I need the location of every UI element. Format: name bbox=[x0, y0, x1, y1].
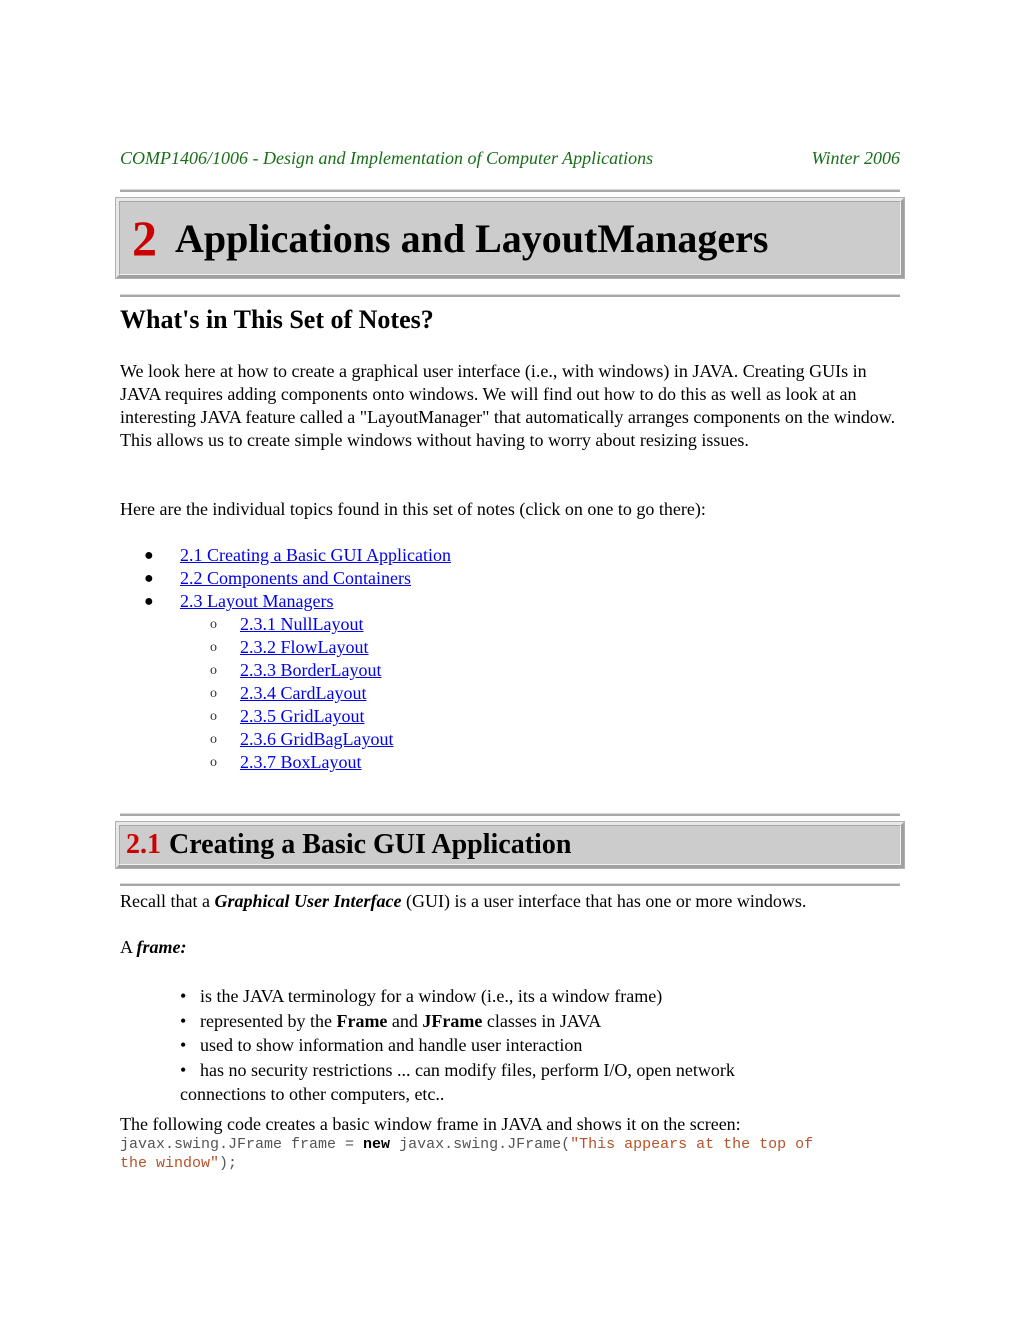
code-string: "This appears at the top of bbox=[570, 1136, 814, 1153]
toc-link-2-3-3[interactable]: 2.3.3 BorderLayout bbox=[240, 660, 381, 680]
divider bbox=[120, 189, 900, 192]
divider bbox=[120, 813, 900, 816]
bullet-icon: ● bbox=[144, 593, 154, 610]
section-number: 2.1 bbox=[126, 829, 161, 860]
section-title-box: 2.1 Creating a Basic GUI Application bbox=[115, 821, 905, 869]
toc-link-2-3[interactable]: 2.3 Layout Managers bbox=[180, 591, 333, 611]
circle-bullet-icon: o bbox=[210, 755, 217, 770]
toc-link-2-3-6[interactable]: 2.3.6 GridBagLayout bbox=[240, 729, 393, 749]
recall-paragraph: Recall that a Graphical User Interface (… bbox=[120, 890, 905, 913]
toc-subitem: o 2.3.1 NullLayout bbox=[120, 613, 451, 636]
course-title: COMP1406/1006 - Design and Implementatio… bbox=[120, 148, 654, 168]
code-intro: The following code creates a basic windo… bbox=[120, 1113, 905, 1136]
toc-intro: Here are the individual topics found in … bbox=[120, 498, 905, 521]
code-text: ); bbox=[219, 1155, 238, 1172]
chapter-title-box: 2 Applications and LayoutManagers bbox=[115, 197, 905, 279]
toc-link-2-3-1[interactable]: 2.3.1 NullLayout bbox=[240, 614, 364, 634]
list-item-text: used to show information and handle user… bbox=[200, 1035, 583, 1055]
code-block: javax.swing.JFrame frame = new javax.swi… bbox=[120, 1135, 910, 1173]
intro-heading: What's in This Set of Notes? bbox=[120, 305, 434, 334]
bullet-icon: • bbox=[180, 1010, 187, 1031]
section-title: Creating a Basic GUI Application bbox=[169, 829, 572, 860]
gui-term: Graphical User Interface bbox=[214, 891, 402, 911]
recall-suffix: (GUI) is a user interface that has one o… bbox=[401, 891, 807, 911]
circle-bullet-icon: o bbox=[210, 640, 217, 655]
list-item-text: is the JAVA terminology for a window (i.… bbox=[200, 986, 663, 1006]
toc-link-2-1[interactable]: 2.1 Creating a Basic GUI Application bbox=[180, 545, 451, 565]
toc-item: ● 2.3 Layout Managers bbox=[120, 590, 451, 613]
toc-item: ● 2.2 Components and Containers bbox=[120, 567, 451, 590]
recall-prefix: Recall that a bbox=[120, 891, 215, 911]
toc-item: ● 2.1 Creating a Basic GUI Application bbox=[120, 544, 451, 567]
bullet-icon: • bbox=[180, 986, 187, 1006]
code-text: javax.swing.JFrame frame = bbox=[120, 1136, 364, 1153]
list-item: • is the JAVA terminology for a window (i… bbox=[180, 984, 910, 1009]
toc-subitem: o 2.3.6 GridBagLayout bbox=[120, 728, 451, 751]
list-item: • used to show information and handle use… bbox=[180, 1033, 910, 1058]
code-keyword: new bbox=[363, 1136, 391, 1153]
bullet-icon: • bbox=[180, 1035, 187, 1055]
list-item-text: represented by the bbox=[200, 1010, 337, 1031]
intro-text: We look here at how to create a graphica… bbox=[120, 361, 896, 450]
toc-subitem: o 2.3.5 GridLayout bbox=[120, 705, 451, 728]
bullet-icon: ● bbox=[144, 547, 154, 564]
running-header: COMP1406/1006 - Design and Implementatio… bbox=[120, 148, 900, 169]
list-item-text: and bbox=[387, 1010, 423, 1031]
frame-definition: A frame: bbox=[120, 936, 905, 959]
toc-subitem: o 2.3.4 CardLayout bbox=[120, 682, 451, 705]
list-item-text: has no security restrictions ... can mod… bbox=[200, 1059, 735, 1080]
frame-prefix: A bbox=[120, 937, 137, 957]
term-label: Winter 2006 bbox=[811, 148, 901, 168]
toc-subitem: o 2.3.3 BorderLayout bbox=[120, 659, 451, 682]
circle-bullet-icon: o bbox=[210, 617, 217, 632]
toc-link-2-2[interactable]: 2.2 Components and Containers bbox=[180, 568, 411, 588]
intro-paragraph: We look here at how to create a graphica… bbox=[120, 360, 905, 452]
divider bbox=[120, 294, 900, 297]
frame-properties-list: • is the JAVA terminology for a window (i… bbox=[180, 984, 910, 1107]
bullet-icon: ● bbox=[144, 570, 154, 587]
toc-link-2-3-5[interactable]: 2.3.5 GridLayout bbox=[240, 706, 364, 726]
list-item-text-continued: connections to other computers, etc.. bbox=[180, 1084, 445, 1104]
bullet-icon: • bbox=[180, 1059, 187, 1080]
divider bbox=[120, 883, 900, 886]
toc-link-2-3-7[interactable]: 2.3.7 BoxLayout bbox=[240, 752, 362, 772]
circle-bullet-icon: o bbox=[210, 709, 217, 724]
list-item: • has no security restrictions ... can mo… bbox=[180, 1058, 910, 1107]
code-text: javax.swing.JFrame( bbox=[390, 1136, 571, 1153]
code-string: the window" bbox=[120, 1155, 220, 1172]
list-item: • represented by the Frame and JFrame cla… bbox=[180, 1009, 910, 1034]
circle-bullet-icon: o bbox=[210, 663, 217, 678]
jframe-class: JFrame bbox=[422, 1010, 483, 1031]
circle-bullet-icon: o bbox=[210, 732, 217, 747]
frame-term: frame: bbox=[136, 937, 187, 957]
toc-subitem: o 2.3.7 BoxLayout bbox=[120, 751, 451, 774]
toc-link-2-3-2[interactable]: 2.3.2 FlowLayout bbox=[240, 637, 369, 657]
chapter-title: Applications and LayoutManagers bbox=[175, 215, 769, 261]
circle-bullet-icon: o bbox=[210, 686, 217, 701]
toc-link-2-3-4[interactable]: 2.3.4 CardLayout bbox=[240, 683, 366, 703]
toc-intro-text: Here are the individual topics found in … bbox=[120, 499, 706, 519]
chapter-number: 2 bbox=[132, 210, 157, 266]
code-intro-text: The following code creates a basic windo… bbox=[120, 1114, 741, 1134]
list-item-text: classes in JAVA bbox=[482, 1010, 602, 1031]
toc-subitem: o 2.3.2 FlowLayout bbox=[120, 636, 451, 659]
table-of-contents: ● 2.1 Creating a Basic GUI Application ● 2… bbox=[120, 544, 451, 774]
frame-class: Frame bbox=[336, 1010, 388, 1031]
